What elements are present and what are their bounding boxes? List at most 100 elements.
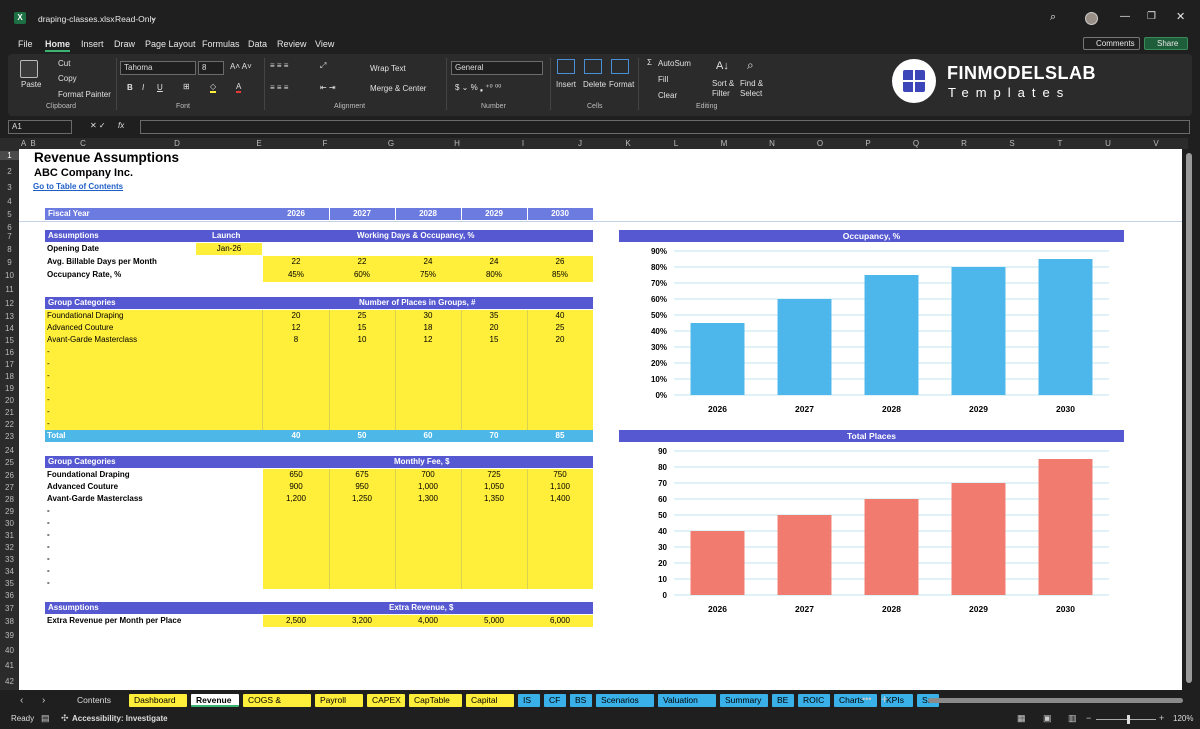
tab-payroll[interactable]: Payroll [315,694,363,707]
row-header[interactable]: 9 [0,258,19,267]
merge-center-button[interactable]: Merge & Center [370,84,426,93]
row-header[interactable]: 14 [0,324,19,333]
row-header[interactable]: 8 [0,245,19,254]
share-button[interactable]: Share [1144,37,1188,50]
horizontal-scrollbar[interactable] [928,698,1183,703]
row-header[interactable]: 17 [0,360,19,369]
find-select-button[interactable]: Find & Select [740,79,766,99]
row-header[interactable]: 28 [0,495,19,504]
format-painter-button[interactable]: Format Painter [58,90,111,99]
row-header[interactable]: 39 [0,631,19,640]
autosum-button[interactable]: AutoSum [658,59,691,68]
row-header[interactable]: 22 [0,420,19,429]
more-tabs-icon[interactable]: ••• [862,694,871,704]
zoom-out-icon[interactable]: − [1086,713,1091,723]
column-header[interactable]: O [796,138,844,149]
column-header[interactable]: H [424,138,490,149]
row-header[interactable]: 1 [0,151,19,160]
row-header[interactable]: 12 [0,299,19,308]
column-header[interactable]: V [1132,138,1180,149]
bar-2030[interactable] [1038,259,1093,395]
orientation-icon[interactable]: ⤢ [320,61,326,71]
align-left-icon[interactable]: ≡ ≡ ≡ [270,83,288,92]
format-button[interactable]: Format [609,80,634,89]
row-header[interactable]: 7 [0,232,19,241]
fill-color-icon[interactable]: ◇ [210,82,217,93]
tab-summary[interactable]: Summary [720,694,768,707]
row-header[interactable]: 24 [0,446,19,455]
tab-capital[interactable]: Capital [466,694,514,707]
column-header[interactable]: K [604,138,652,149]
accessibility-status[interactable]: Accessibility: Investigate [72,714,168,723]
underline-icon[interactable]: U [157,83,163,92]
clear-button[interactable]: Clear [658,91,677,100]
column-header[interactable]: P [844,138,892,149]
column-header[interactable]: Q [892,138,940,149]
row-header[interactable]: 27 [0,483,19,492]
bar-2028[interactable] [864,499,919,595]
tab-dashboard[interactable]: Dashboard [129,694,187,707]
formula-input[interactable] [140,120,1190,134]
row-header[interactable]: 4 [0,197,19,206]
paste-icon[interactable] [20,60,38,78]
tab-bs[interactable]: BS [570,694,592,707]
bar-2029[interactable] [951,483,1006,595]
vertical-scrollbar[interactable] [1185,149,1193,690]
italic-icon[interactable]: I [142,83,144,92]
row-header[interactable]: 2 [0,167,19,176]
menu-data[interactable]: Data [248,39,267,49]
menu-file[interactable]: File [18,39,33,49]
column-header[interactable]: N [748,138,796,149]
column-header[interactable]: U [1084,138,1132,149]
fx-icon[interactable]: fx [118,121,124,130]
menu-draw[interactable]: Draw [114,39,135,49]
tab-prev-icon[interactable]: ‹ [20,695,23,706]
row-header[interactable]: 29 [0,507,19,516]
column-header[interactable]: L [652,138,700,149]
row-header[interactable]: 21 [0,408,19,417]
tab-be[interactable]: BE [772,694,794,707]
tab-next-icon[interactable]: › [42,695,45,706]
format-icon[interactable] [611,59,629,74]
row-header[interactable]: 5 [0,210,19,219]
column-header[interactable]: G [358,138,424,149]
paste-button[interactable]: Paste [21,80,41,89]
page-break-icon[interactable]: ▥ [1068,713,1077,724]
tab-revenue[interactable]: Revenue [191,694,239,707]
font-color-icon[interactable]: A [236,82,242,93]
row-header[interactable]: 31 [0,531,19,540]
chart-occupancy[interactable]: 0% 10% 20% 30% 40% 50% 60% 70% 80% 90% 2026 2027 202… [619,243,1124,429]
tab-contents[interactable]: Contents [72,694,125,707]
font-name-select[interactable]: Tahoma [120,61,196,75]
copy-button[interactable]: Copy [58,74,77,83]
menu-formulas[interactable]: Formulas [202,39,240,49]
chart-total-places[interactable]: 01020304050607080902026 2027 2028 2029 2030 [619,443,1124,629]
menu-page-layout[interactable]: Page Layout [145,39,196,49]
row-header[interactable]: 40 [0,646,19,655]
column-header[interactable]: C [38,138,128,149]
wrap-text-button[interactable]: Wrap Text [370,64,406,73]
column-header[interactable]: I [490,138,556,149]
row-header[interactable]: 30 [0,519,19,528]
tab-roic[interactable]: ROIC [798,694,830,707]
row-header[interactable]: 25 [0,458,19,467]
tab-scenarios[interactable]: Scenarios [596,694,654,707]
bold-icon[interactable]: B [127,83,133,92]
insert-icon[interactable] [557,59,575,74]
row-header[interactable]: 13 [0,312,19,321]
row-header[interactable]: 32 [0,543,19,552]
delete-icon[interactable] [584,59,602,74]
bar-2028[interactable] [864,275,919,395]
bar-2026[interactable] [690,531,745,595]
column-header[interactable]: B [28,138,38,149]
row-header[interactable]: 19 [0,384,19,393]
row-header[interactable]: 15 [0,336,19,345]
row-header[interactable]: 16 [0,348,19,357]
column-header[interactable]: A [19,138,28,149]
normal-view-icon[interactable]: ▦ [1017,713,1026,724]
row-header[interactable]: 42 [0,677,19,686]
row-header[interactable]: 23 [0,432,19,441]
search-icon[interactable]: ⌕ [1050,11,1056,24]
menu-insert[interactable]: Insert [81,39,104,49]
menu-home[interactable]: Home [45,39,71,52]
